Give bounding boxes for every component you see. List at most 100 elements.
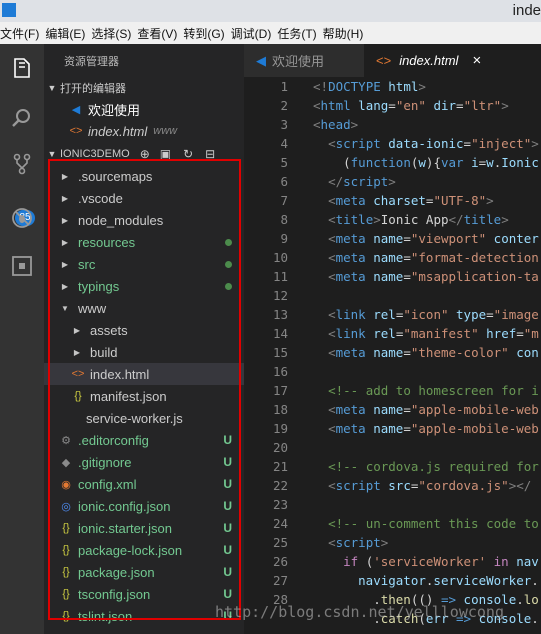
untracked-marker: U <box>223 433 232 447</box>
code-line: <html lang="en" dir="ltr"> <box>313 98 509 113</box>
explorer-icon[interactable] <box>0 48 44 88</box>
open-editor-item[interactable]: ◀ 欢迎使用 <box>68 98 244 120</box>
explorer-sidebar: 资源管理器 ▼ 打开的编辑器 ◀ 欢迎使用 <> index.html www … <box>44 44 244 634</box>
tree-label: assets <box>90 322 128 338</box>
tree-file[interactable]: ◆ .gitignore U <box>44 451 244 473</box>
tree-folder[interactable]: ▶ src <box>44 253 244 275</box>
tree-file[interactable]: {} package.json U <box>44 561 244 583</box>
tree-folder[interactable]: ▶ node_modules <box>44 209 244 231</box>
tree-file-selected[interactable]: <> index.html <box>44 363 244 385</box>
line-number: 1 <box>280 79 288 94</box>
line-number: 26 <box>272 554 288 569</box>
tree-label: package-lock.json <box>78 542 183 558</box>
chevron-down-icon: ▼ <box>47 149 57 159</box>
chevron-down-icon: ▼ <box>61 303 69 313</box>
explorer-title: 资源管理器 <box>64 56 119 68</box>
json-file-icon: {} <box>62 522 70 534</box>
tree-folder[interactable]: ▶ build <box>44 341 244 363</box>
tree-folder[interactable]: ▼ www <box>44 297 244 319</box>
project-header[interactable]: ▼ IONIC3DEMO ⊕ ▣ ↻ ⊟ <box>44 144 244 164</box>
line-number: 18 <box>272 402 288 417</box>
line-number: 13 <box>272 307 288 322</box>
open-editor-item[interactable]: <> index.html www <box>68 120 244 142</box>
menu-goto[interactable]: 转到(G) <box>183 25 230 42</box>
extensions-icon[interactable] <box>0 246 44 286</box>
open-editors-header[interactable]: ▼ 打开的编辑器 <box>44 78 244 98</box>
tree-file[interactable]: {} tsconfig.json U <box>44 583 244 605</box>
editor-tabs: ◀ 欢迎使用 <> index.html × <box>244 44 541 77</box>
line-number: 17 <box>272 383 288 398</box>
line-number: 12 <box>272 288 288 303</box>
menu-file[interactable]: 文件(F) <box>0 25 45 42</box>
code-line: <script> <box>328 535 389 550</box>
code-line: (function(w){var i=w.Ionic <box>313 155 539 170</box>
menu-view[interactable]: 查看(V) <box>137 25 183 42</box>
tree-label: ionic.config.json <box>78 498 171 514</box>
chevron-right-icon: ▶ <box>61 237 69 247</box>
tree-folder[interactable]: ▶ .sourcemaps <box>44 165 244 187</box>
watermark: http://blog.csdn.net/yelllowcong <box>215 603 504 621</box>
untracked-marker: U <box>223 543 232 557</box>
tree-file[interactable]: ◉ config.xml U <box>44 473 244 495</box>
tree-label: tsconfig.json <box>78 586 151 602</box>
tab-welcome[interactable]: ◀ 欢迎使用 <box>244 44 364 77</box>
gear-icon: ⚙ <box>61 434 71 447</box>
line-number: 24 <box>272 516 288 531</box>
line-number: 21 <box>272 459 288 474</box>
vscode-file-icon: ◀ <box>256 52 266 68</box>
collapse-all-icon[interactable]: ⊟ <box>205 147 215 161</box>
tree-file[interactable]: ⚙ .editorconfig U <box>44 429 244 451</box>
tree-label: node_modules <box>78 212 164 228</box>
code-line: <meta charset="UTF-8"> <box>328 193 494 208</box>
open-editors-label: 打开的编辑器 <box>60 83 126 95</box>
code-line: <script data-ionic="inject"> <box>328 136 539 151</box>
code-line: <script src="cordova.js"></ <box>328 478 532 493</box>
code-line: <!-- un-comment this code to <box>328 516 539 531</box>
code-line: <!-- cordova.js required for <box>328 459 539 474</box>
tab-index-html[interactable]: <> index.html × <box>364 44 541 77</box>
close-icon[interactable]: × <box>472 52 481 69</box>
tree-file[interactable]: {} ionic.starter.json U <box>44 517 244 539</box>
code-line: navigator.serviceWorker. <box>358 573 539 588</box>
line-number: 6 <box>280 174 288 189</box>
tree-folder[interactable]: ▶ typings <box>44 275 244 297</box>
untracked-marker: U <box>223 477 232 491</box>
search-icon[interactable] <box>0 98 44 138</box>
tree-label: www <box>78 300 107 316</box>
code-line: <link rel="icon" type="image <box>328 307 539 322</box>
tree-label: tslint.json <box>78 608 133 624</box>
refresh-icon[interactable]: ↻ <box>183 147 193 161</box>
tree-label: src <box>78 256 96 272</box>
line-number: 23 <box>272 497 288 512</box>
line-number: 14 <box>272 326 288 341</box>
untracked-marker: U <box>223 587 232 601</box>
tree-file[interactable]: ◎ ionic.config.json U <box>44 495 244 517</box>
tree-file[interactable]: {} tslint.json U <box>44 605 244 627</box>
source-control-icon[interactable] <box>0 144 44 184</box>
menu-selection[interactable]: 选择(S) <box>91 25 137 42</box>
code-line: if ('serviceWorker' in nav <box>343 554 539 569</box>
chevron-right-icon: ▶ <box>73 347 81 357</box>
menu-help[interactable]: 帮助(H) <box>323 25 370 42</box>
tree-folder[interactable]: ▶ .vscode <box>44 187 244 209</box>
menu-edit[interactable]: 编辑(E) <box>45 25 91 42</box>
new-folder-icon[interactable]: ▣ <box>160 147 171 161</box>
menu-debug[interactable]: 调试(D) <box>231 25 278 42</box>
line-number: 25 <box>272 535 288 550</box>
tree-file[interactable]: service-worker.js <box>44 407 244 429</box>
line-number: 4 <box>280 136 288 151</box>
code-line: <meta name="format-detection <box>328 250 539 265</box>
tree-folder[interactable]: ▶ resources <box>44 231 244 253</box>
line-number: 22 <box>272 478 288 493</box>
title-bar: inde <box>0 0 541 22</box>
tree-folder[interactable]: ▶ assets <box>44 319 244 341</box>
code-editor[interactable]: 1 2 3 4 5 6 7 8 9 10 11 12 13 14 15 16 17 18 19 20 21 22 23 24 2… <box>244 77 541 634</box>
tree-label: ionic.starter.json <box>78 520 172 536</box>
tree-file[interactable]: {} manifest.json <box>44 385 244 407</box>
tree-file[interactable]: {} package-lock.json U <box>44 539 244 561</box>
menu-tasks[interactable]: 任务(T) <box>277 25 322 42</box>
new-file-icon[interactable]: ⊕ <box>140 147 160 161</box>
json-file-icon: {} <box>62 544 70 556</box>
json-file-icon: {} <box>62 566 70 578</box>
debug-icon[interactable] <box>0 198 44 238</box>
